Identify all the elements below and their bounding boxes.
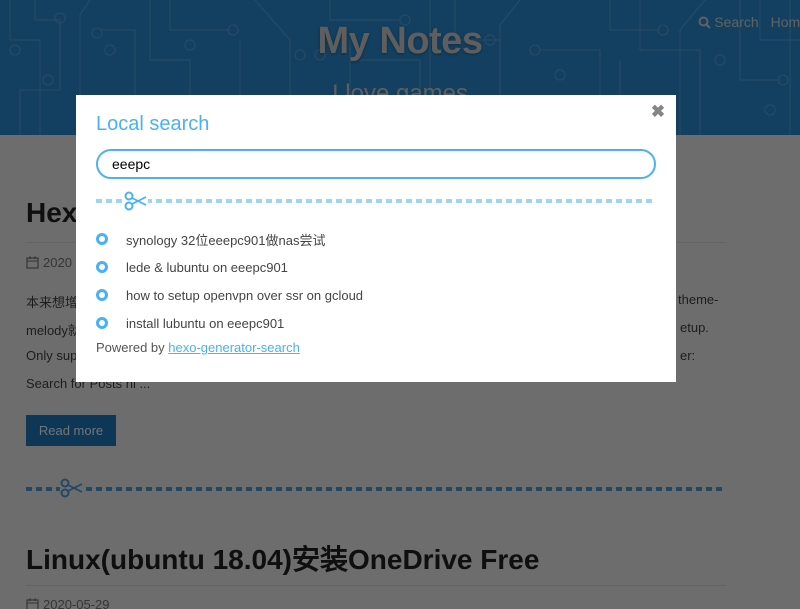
scissors-icon bbox=[124, 191, 148, 211]
search-result-link[interactable]: lede & lubuntu on eeepc901 bbox=[126, 260, 288, 275]
search-result-item[interactable]: install lubuntu on eeepc901 bbox=[96, 309, 363, 337]
search-result-item[interactable]: lede & lubuntu on eeepc901 bbox=[96, 253, 363, 281]
powered-by-link[interactable]: hexo-generator-search bbox=[168, 340, 300, 355]
dialog-separator bbox=[96, 199, 656, 203]
bullet-icon bbox=[96, 289, 108, 301]
search-result-link[interactable]: how to setup openvpn over ssr on gcloud bbox=[126, 288, 363, 303]
search-result-link[interactable]: install lubuntu on eeepc901 bbox=[126, 316, 284, 331]
dialog-title: Local search bbox=[96, 113, 210, 135]
powered-by: Powered by hexo-generator-search bbox=[96, 340, 300, 355]
close-icon[interactable]: ✖ bbox=[650, 103, 666, 121]
local-search-dialog: Local search ✖ synology 32位eeepc901做nas尝… bbox=[76, 95, 676, 382]
bullet-icon bbox=[96, 233, 108, 245]
search-result-link[interactable]: synology 32位eeepc901做nas尝试 bbox=[126, 230, 325, 249]
bullet-icon bbox=[96, 317, 108, 329]
search-input[interactable] bbox=[96, 149, 656, 179]
search-result-item[interactable]: synology 32位eeepc901做nas尝试 bbox=[96, 225, 363, 253]
bullet-icon bbox=[96, 261, 108, 273]
search-result-item[interactable]: how to setup openvpn over ssr on gcloud bbox=[96, 281, 363, 309]
powered-by-label: Powered by bbox=[96, 340, 165, 355]
search-results: synology 32位eeepc901做nas尝试 lede & lubunt… bbox=[96, 225, 363, 337]
